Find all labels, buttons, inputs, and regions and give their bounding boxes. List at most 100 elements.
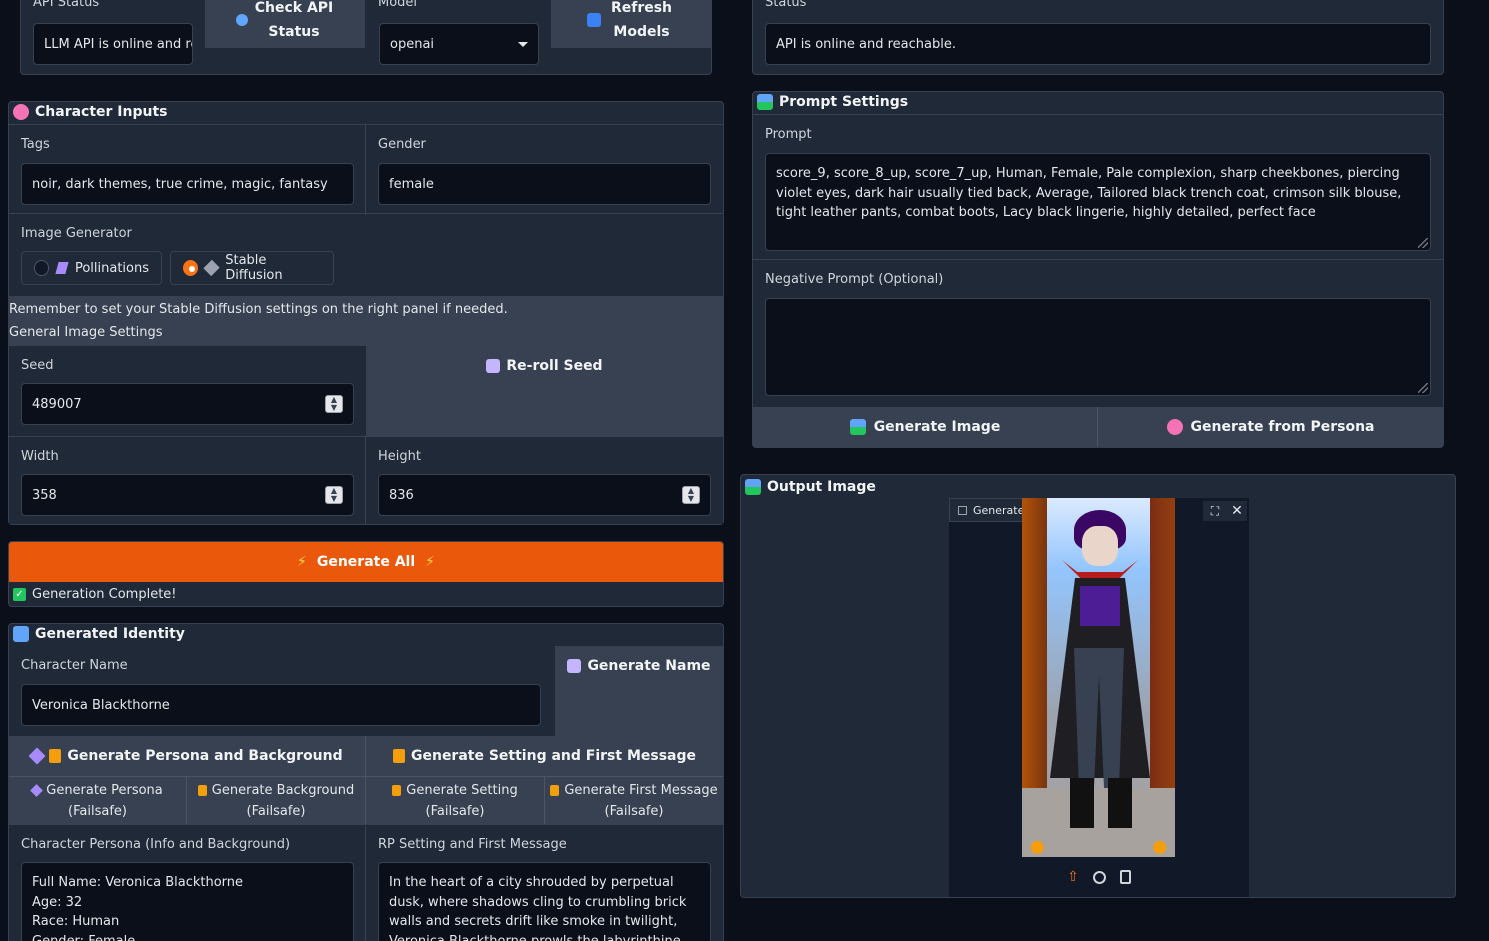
lightning-icon: ⚡ xyxy=(297,554,307,570)
check-api-label: Check API Status xyxy=(254,0,334,40)
persona-background-label: Generate Persona and Background xyxy=(67,748,343,764)
pollinations-label: Pollinations xyxy=(74,260,149,276)
scroll-icon xyxy=(49,749,62,763)
generate-all-label: Generate All xyxy=(316,554,416,570)
generate-name-filler xyxy=(555,686,723,736)
rp-textarea[interactable]: In the heart of a city shrouded by perpe… xyxy=(378,862,711,941)
setting-failsafe-line2: (Failsafe) xyxy=(425,803,485,819)
height-input[interactable]: 836 ▲ ▼ xyxy=(378,474,711,516)
background-failsafe-line1: Generate Background xyxy=(211,782,355,798)
status-panel: Status API is online and reachable. xyxy=(752,0,1444,75)
refresh-models-button[interactable]: Refresh Models xyxy=(551,0,712,48)
resize-handle-icon[interactable] xyxy=(1418,238,1428,248)
image-viewer: Generated Image ⛶ ✕ ⇧ xyxy=(949,498,1249,897)
seed-input[interactable]: 489007 ▲ ▼ xyxy=(21,383,354,425)
prompt-textarea[interactable]: score_9, score_8_up, score_7_up, Human, … xyxy=(765,153,1431,251)
stable-diffusion-label: Stable Diffusion xyxy=(225,253,283,283)
generation-status: ✓ Generation Complete! xyxy=(13,587,177,602)
seed-stepper-icon[interactable]: ▲ ▼ xyxy=(325,395,343,413)
generate-image-button[interactable]: Generate Image xyxy=(753,407,1098,447)
character-inputs-panel: Character Inputs Tags noir, dark themes,… xyxy=(8,101,724,525)
radio-pollinations[interactable]: Pollinations xyxy=(21,251,162,285)
picture-icon xyxy=(849,419,866,435)
close-icon[interactable]: ✕ xyxy=(1227,501,1247,521)
api-status-field[interactable]: LLM API is online and re xyxy=(33,23,193,65)
negative-row: Negative Prompt (Optional) xyxy=(753,260,1443,406)
negative-prompt-textarea[interactable] xyxy=(765,298,1431,396)
persona-line: Race: Human xyxy=(32,914,120,929)
name-row: Character Name Veronica Blackthorne xyxy=(9,646,555,736)
api-panel: API Status LLM API is online and re Chec… xyxy=(20,0,712,75)
reroll-filler xyxy=(366,386,723,436)
generated-identity-header: Generated Identity xyxy=(13,626,185,642)
prompt-label: Prompt xyxy=(765,127,812,142)
dice-icon xyxy=(567,659,582,673)
tags-input[interactable]: noir, dark themes, true crime, magic, fa… xyxy=(21,163,354,205)
width-value: 358 xyxy=(32,487,57,503)
model-select[interactable]: openai xyxy=(379,23,539,65)
resize-handle-icon[interactable] xyxy=(1418,383,1428,393)
radio-button-pollinations[interactable] xyxy=(34,260,50,276)
negative-prompt-label: Negative Prompt (Optional) xyxy=(765,272,944,287)
id-card-icon xyxy=(13,626,29,642)
scroll-icon xyxy=(392,784,402,796)
tools-icon xyxy=(203,259,220,277)
status-field[interactable]: API is online and reachable. xyxy=(765,23,1431,65)
persona-textarea[interactable]: Full Name: Veronica Blackthorne Age: 32 … xyxy=(21,862,354,941)
generate-name-button[interactable]: Generate Name xyxy=(555,646,723,686)
figure-bodice xyxy=(1080,586,1120,626)
divider xyxy=(365,825,366,941)
height-value: 836 xyxy=(389,487,414,503)
seed-value: 489007 xyxy=(32,396,82,412)
width-stepper-icon[interactable]: ▲ ▼ xyxy=(325,486,343,504)
image-generator-label: Image Generator xyxy=(21,226,132,241)
gender-label: Gender xyxy=(378,137,426,152)
dice-icon xyxy=(486,359,501,373)
persona-failsafe-line2: (Failsafe) xyxy=(68,803,127,819)
setting-message-button[interactable]: Generate Setting and First Message xyxy=(366,736,723,776)
image-icon xyxy=(958,505,967,515)
persona-row: Character Persona (Info and Background) … xyxy=(9,824,723,941)
tags-label: Tags xyxy=(21,137,50,152)
radio-stable-diffusion[interactable]: Stable Diffusion xyxy=(170,251,334,285)
image-toolbar: ⇧ xyxy=(949,857,1249,897)
divider xyxy=(365,125,366,215)
first-message-failsafe-line1: Generate First Message xyxy=(564,782,718,798)
lightning-icon: ⚡ xyxy=(425,554,435,570)
clipboard-icon[interactable] xyxy=(1119,870,1131,884)
generated-identity-panel: Generated Identity Character Name Veroni… xyxy=(8,623,724,941)
picture-icon xyxy=(745,479,761,495)
background-failsafe-line2: (Failsafe) xyxy=(246,803,306,819)
first-message-failsafe-line2: (Failsafe) xyxy=(604,803,664,819)
refresh-icon xyxy=(586,12,601,27)
gender-input[interactable]: female xyxy=(378,163,711,205)
persona-background-button[interactable]: Generate Persona and Background xyxy=(9,736,366,776)
persona-failsafe-button[interactable]: Generate Persona (Failsafe) xyxy=(9,776,187,824)
upload-icon[interactable]: ⇧ xyxy=(1067,869,1079,885)
prompt-row: Prompt score_9, score_8_up, score_7_up, … xyxy=(753,114,1443,260)
webcam-icon[interactable] xyxy=(1092,870,1106,884)
setting-failsafe-button[interactable]: Generate Setting (Failsafe) xyxy=(366,776,545,824)
model-value: openai xyxy=(390,36,435,52)
api-status-label: API Status xyxy=(33,0,100,10)
character-name-label: Character Name xyxy=(21,658,128,673)
fullscreen-icon[interactable]: ⛶ xyxy=(1203,501,1227,521)
generated-identity-title: Generated Identity xyxy=(35,626,185,642)
character-name-input[interactable]: Veronica Blackthorne xyxy=(21,684,541,726)
figure-face xyxy=(1082,526,1118,566)
generate-from-persona-button[interactable]: Generate from Persona xyxy=(1098,407,1443,447)
reroll-seed-button[interactable]: Re-roll Seed xyxy=(366,346,723,386)
radio-button-stable-diffusion[interactable] xyxy=(183,260,199,276)
brain-icon xyxy=(1166,419,1183,435)
generate-all-button[interactable]: ⚡ Generate All ⚡ xyxy=(9,542,723,582)
prompt-settings-title: Prompt Settings xyxy=(779,94,909,110)
first-message-failsafe-button[interactable]: Generate First Message (Failsafe) xyxy=(545,776,723,824)
generate-image-label: Generate Image xyxy=(873,419,1001,435)
figure-boot-right xyxy=(1108,778,1132,828)
check-api-button[interactable]: Check API Status xyxy=(205,0,365,48)
height-stepper-icon[interactable]: ▲ ▼ xyxy=(682,486,700,504)
width-input[interactable]: 358 ▲ ▼ xyxy=(21,474,354,516)
persona-label: Character Persona (Info and Background) xyxy=(21,837,291,852)
background-failsafe-button[interactable]: Generate Background (Failsafe) xyxy=(187,776,366,824)
general-settings-label: General Image Settings xyxy=(9,325,163,340)
